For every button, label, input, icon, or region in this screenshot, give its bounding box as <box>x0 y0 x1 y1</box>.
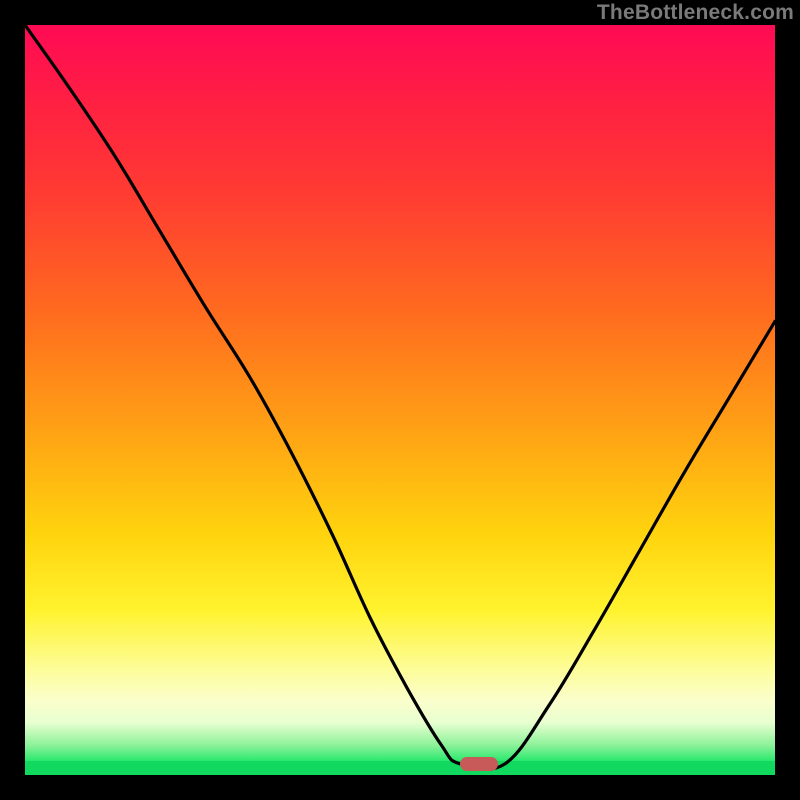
chart-frame: TheBottleneck.com <box>0 0 800 800</box>
gradient-background <box>25 25 775 775</box>
optimal-marker <box>460 757 498 771</box>
watermark-text: TheBottleneck.com <box>597 1 794 25</box>
green-baseline-strip <box>25 761 775 775</box>
plot-area <box>25 25 775 775</box>
